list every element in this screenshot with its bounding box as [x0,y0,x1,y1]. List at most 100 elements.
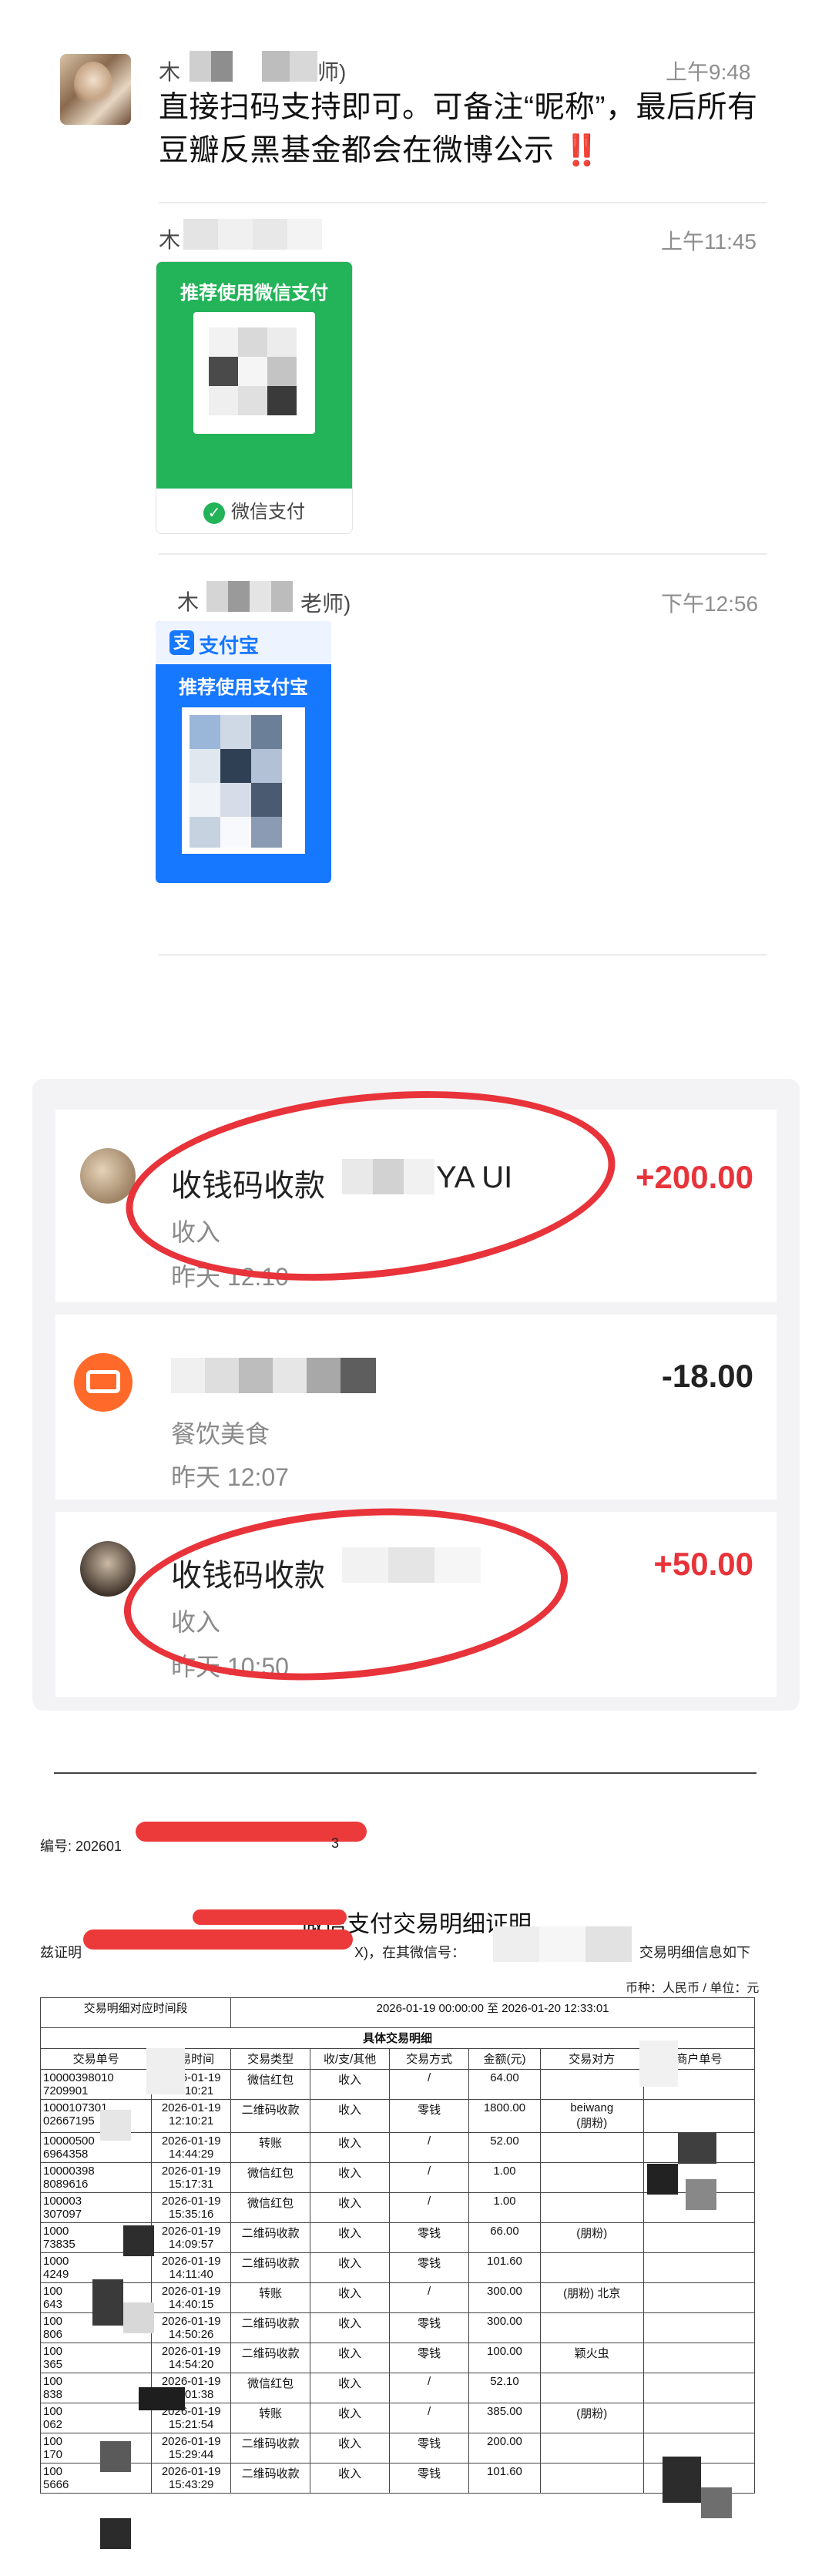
brand-label: 支付宝 [199,634,260,657]
cell-party [539,2252,644,2283]
cell-method: 零钱 [389,2099,470,2133]
cell-type: 二维码收款 [230,2463,311,2494]
cell-party [539,2162,644,2193]
cell-amount: 1800.00 [468,2099,541,2133]
message-text[interactable]: 直接扫码支持即可。可备注“昵称”，最后所有 豆瓣反黑基金都会在微博公示 ‼️ [159,86,767,173]
cell-type: 微信红包 [230,2069,311,2100]
cell-dir: 收入 [310,2463,391,2494]
sender-name-prefix: 木 [159,60,181,84]
cell-method: / [389,2162,470,2193]
cell-dir: 收入 [310,2192,391,2223]
sender-name-suffix: 老师) [300,592,351,616]
redacted-name [183,219,322,250]
card-footer-label: 微信支付 [231,502,305,522]
cell-party [539,2373,644,2403]
food-icon [74,1353,133,1412]
cell-method: 零钱 [389,2252,470,2283]
cell-dir: 收入 [310,2373,391,2403]
cell-method: / [389,2069,470,2100]
cell-type: 转账 [230,2132,311,2163]
cell-amount: 385.00 [468,2403,541,2433]
cell-amount: 101.60 [468,2463,541,2494]
list-item[interactable]: 餐饮美食 昨天 12:07 -18.00 [55,1315,777,1500]
message-time: 上午11:45 [661,230,757,254]
alipay-qr-card[interactable]: 支 支付宝 推荐使用支付宝 [156,621,331,883]
cell-method: 零钱 [389,2343,470,2373]
message-time: 下午12:56 [661,592,759,616]
cell-type: 二维码收款 [230,2222,311,2253]
cell-amount: 300.00 [468,2282,541,2313]
cell-type: 微信红包 [230,2162,311,2193]
bill-amount: +200.00 [636,1159,753,1195]
redacted-ids [77,2025,185,2564]
card-footer: ✓ 微信支付 [156,496,352,524]
cell-amount: 52.00 [468,2132,541,2163]
redacted-name [171,1358,376,1393]
document-number-tail: 3 [331,1835,340,1851]
qr-code [193,312,315,434]
cell-amount: 1.00 [468,2192,541,2223]
cell-party: 颖火虫 [539,2343,644,2373]
wechat-pay-check-icon: ✓ [203,502,225,524]
cell-dir: 收入 [310,2069,391,2100]
cell-method: 零钱 [389,2222,470,2253]
cell-dir: 收入 [310,2343,391,2373]
bill-time: 昨天 12:07 [171,1463,289,1491]
cell-dir: 收入 [310,2162,391,2193]
cell-method: / [389,2192,470,2223]
card-title: 推荐使用微信支付 [180,283,328,304]
redacted-qr [182,707,305,854]
document-number: 编号: 202601 [40,1839,122,1854]
period-label: 交易明细对应时间段 [39,1997,232,2028]
cell-party [539,2433,644,2463]
cell-type: 二维码收款 [230,2343,311,2373]
wechat-pay-qr-card[interactable]: 推荐使用微信支付 ✓ 微信支付 [156,261,353,534]
cell-amount: 1.00 [468,2162,541,2193]
cell-party: beiwang (朋粉) [539,2099,644,2133]
cell-method: 零钱 [389,2463,470,2494]
cell-party [539,2132,644,2163]
column-header: 交易对方 [539,2048,644,2070]
cell-type: 转账 [230,2282,311,2313]
cell-amount: 66.00 [468,2222,541,2253]
cell-party [539,2312,644,2343]
bill-category: 餐饮美食 [171,1420,270,1448]
divider [159,553,767,555]
cell-party: (朋粉) 北京 [539,2282,644,2313]
cell-dir: 收入 [310,2312,391,2343]
proof-prefix: 兹证明 [40,1945,82,1960]
redacted-parties [632,2025,747,2564]
cell-type: 微信红包 [230,2192,311,2223]
message-line: 豆瓣反黑基金都会在微博公示 [159,134,555,167]
cell-method: / [389,2403,470,2433]
cell-party [539,2192,644,2223]
cell-dir: 收入 [310,2433,391,2463]
qr-code [182,707,305,854]
cell-party: (朋粉) [539,2222,644,2253]
sender-name-suffix: 师) [317,60,347,84]
cell-amount: 101.60 [468,2252,541,2283]
alipay-logo-icon: 支 [169,630,194,655]
cell-method: / [389,2132,470,2163]
cell-dir: 收入 [310,2282,391,2313]
double-exclamation-icon: ‼️ [562,134,601,167]
currency-note: 币种：人民币 / 单位：元 [626,1982,760,1995]
cell-method: 零钱 [389,2433,470,2463]
sender-avatar[interactable] [60,54,131,125]
redacted-name [262,51,317,82]
avatar [80,1541,136,1597]
redacted-account [493,1926,632,1962]
sender-name-prefix: 木 [159,228,181,252]
cell-amount: 64.00 [468,2069,541,2100]
divider [54,1772,757,1774]
bill-amount: -18.00 [661,1358,753,1394]
cell-method: / [389,2282,470,2313]
cell-dir: 收入 [310,2099,391,2133]
column-header: 交易方式 [389,2048,470,2070]
redacted-qr [193,312,315,434]
cell-dir: 收入 [310,2403,391,2433]
card-title: 推荐使用支付宝 [179,677,308,698]
redaction-stroke [193,1909,347,1925]
proof-tail: 交易明细信息如下 [639,1945,750,1960]
cell-dir: 收入 [310,2132,391,2163]
